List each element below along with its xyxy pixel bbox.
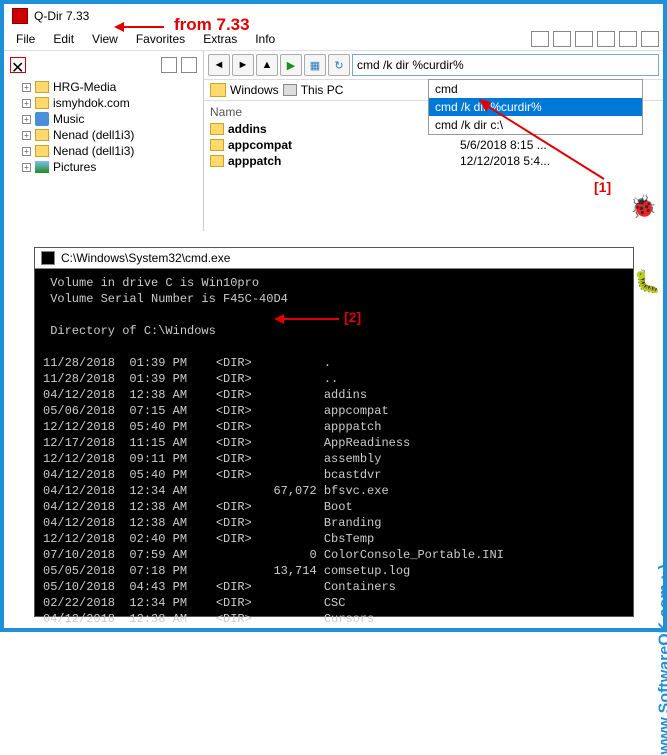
view-button[interactable]: ▦ [304,54,326,76]
layout-icon-6[interactable] [641,31,659,47]
bug-icon: 🐞 [630,194,657,220]
folder-icon [210,155,224,167]
expand-icon[interactable]: + [22,115,31,124]
expand-icon[interactable]: + [22,83,31,92]
file-name: addins [228,122,267,136]
folder-icon [35,145,49,157]
tree-refresh-icon[interactable] [181,57,197,73]
menubar: File Edit View Favorites Extras Info [4,28,663,51]
breadcrumb-folder[interactable]: Windows [230,83,279,97]
tree-item[interactable]: + ismyhdok.com [10,95,197,111]
file-name: appcompat [228,138,292,152]
titlebar: Q-Dir 7.33 [4,4,663,28]
go-button[interactable]: ▶ [280,54,302,76]
window-title: Q-Dir 7.33 [34,9,89,23]
tree-tool-icon[interactable]: ✕ [10,57,26,73]
arrow-ref1 [479,99,609,184]
tree-view-icon[interactable] [161,57,177,73]
nav-toolbar: ◄ ► ▲ ▶ ▦ ↻ [204,51,663,80]
layout-icon-1[interactable] [531,31,549,47]
expand-icon[interactable]: + [22,163,31,172]
tree-item[interactable]: + Music [10,111,197,127]
refresh-button[interactable]: ↻ [328,54,350,76]
music-icon [35,112,49,126]
folder-icon [35,81,49,93]
address-input[interactable] [352,54,659,76]
cmd-titlebar[interactable]: C:\Windows\System32\cmd.exe [35,248,633,269]
breadcrumb-pc[interactable]: This PC [301,83,344,97]
tree-item[interactable]: + HRG-Media [10,79,197,95]
menu-info[interactable]: Info [247,30,283,48]
tree-item[interactable]: + Nenad (dell1i3) [10,143,197,159]
folder-tree[interactable]: + HRG-Media + ismyhdok.com + Music + Nenad (… [8,75,199,179]
tree-label: Nenad (dell1i3) [53,144,134,158]
tree-item[interactable]: + Pictures [10,159,197,175]
pictures-icon [35,161,49,173]
dropdown-item[interactable]: cmd [429,80,642,98]
folder-icon [210,83,226,97]
folder-icon [35,129,49,141]
cmd-title-text: C:\Windows\System32\cmd.exe [61,251,230,265]
annotation-ref2: [2] [344,309,361,325]
menu-file[interactable]: File [8,30,43,48]
folder-icon [210,123,224,135]
tree-label: Nenad (dell1i3) [53,128,134,142]
annotation-ref1: [1] [594,179,611,195]
folder-icon [210,139,224,151]
tree-label: HRG-Media [53,80,116,94]
cmd-window: C:\Windows\System32\cmd.exe Volume in dr… [34,247,634,617]
tree-pane: ✕ + HRG-Media + ismyhdok.com + Music + Nenad… [4,51,204,231]
folder-icon [35,97,49,109]
layout-icon-3[interactable] [575,31,593,47]
up-button[interactable]: ▲ [256,54,278,76]
layout-icons [531,30,659,48]
cmd-icon [41,251,55,265]
expand-icon[interactable]: + [22,131,31,140]
bug-icon: 🐛 [634,269,661,295]
forward-button[interactable]: ► [232,54,254,76]
expand-icon[interactable]: + [22,99,31,108]
tree-label: Music [53,112,84,126]
back-button[interactable]: ◄ [208,54,230,76]
arrow-ref2 [274,312,344,326]
tree-label: Pictures [53,160,96,174]
watermark: www.SoftwareOK.com :-) [657,564,667,755]
layout-icon-2[interactable] [553,31,571,47]
expand-icon[interactable]: + [22,147,31,156]
arrow-title [114,20,164,34]
file-name: apppatch [228,154,281,168]
layout-icon-5[interactable] [619,31,637,47]
tree-toolbar: ✕ [8,55,199,75]
tree-item[interactable]: + Nenad (dell1i3) [10,127,197,143]
annotation-from: from 7.33 [174,15,250,35]
layout-icon-4[interactable] [597,31,615,47]
tree-label: ismyhdok.com [53,96,130,110]
menu-edit[interactable]: Edit [45,30,82,48]
app-icon [12,8,28,24]
col-name[interactable]: Name [210,105,460,119]
pc-icon [283,84,297,96]
